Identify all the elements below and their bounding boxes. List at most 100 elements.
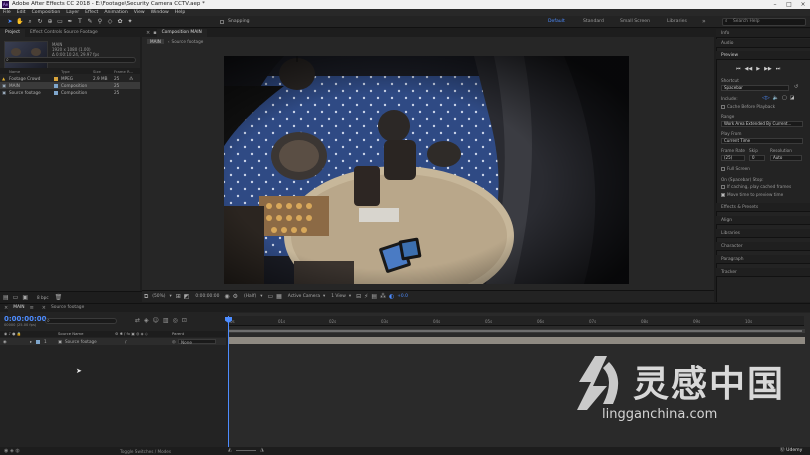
layer-controls-toggle-icon[interactable]: ◪ (790, 95, 795, 101)
menu-window[interactable]: Window (151, 10, 169, 15)
zoom-out-icon[interactable]: ◭ (228, 447, 232, 453)
puppet-pin-tool-icon[interactable]: ✦ (126, 18, 134, 26)
tab-project[interactable]: Project (0, 29, 26, 37)
layer-switches-pane-icon[interactable]: ◉ ◈ ◍ (4, 448, 20, 454)
menu-layer[interactable]: Layer (66, 10, 79, 15)
frame-rate-dropdown[interactable]: (25) (721, 155, 745, 161)
toggle-pixel-aspect-icon[interactable]: ⊟ (356, 293, 361, 300)
column-parent[interactable]: Parent (172, 331, 184, 336)
maximize-icon[interactable]: □ (782, 0, 796, 9)
brush-tool-icon[interactable]: ✎ (86, 18, 94, 26)
new-folder-icon[interactable]: ▭ (13, 294, 19, 301)
menu-help[interactable]: Help (175, 10, 185, 15)
timeline-icon[interactable]: ▤ (371, 293, 377, 300)
project-search-input[interactable]: ⌕ (4, 57, 136, 63)
cache-before-playback[interactable]: Cache Before Playback (721, 104, 775, 109)
info-panel-header[interactable]: Info (716, 29, 810, 38)
orbit-camera-tool-icon[interactable]: ↻ (36, 18, 44, 26)
interpret-footage-icon[interactable]: ▤ (3, 294, 9, 301)
full-screen-checkbox[interactable] (721, 167, 725, 171)
bit-depth-label[interactable]: 8 bpc (37, 295, 49, 300)
layer-label-swatch[interactable] (36, 339, 40, 344)
hand-tool-icon[interactable]: ✋ (16, 18, 24, 26)
tracker-panel-header[interactable]: Tracker (716, 268, 810, 277)
always-preview-icon[interactable]: ⧉ (144, 293, 148, 301)
breadcrumb-source-footage[interactable]: Source footage (172, 39, 204, 44)
timeline-search-input[interactable]: ⌕ (45, 318, 117, 324)
move-time-checkbox[interactable] (721, 193, 725, 197)
workspace-small-screen[interactable]: Small Screen (620, 19, 650, 24)
parent-dropdown[interactable]: None (178, 338, 216, 345)
draft-3d-icon[interactable]: ◈ (144, 317, 149, 324)
camera-dropdown[interactable]: Active Camera (288, 294, 320, 299)
magnification-dropdown[interactable]: (50%) (152, 294, 165, 299)
rectangle-tool-icon[interactable]: ▭ (56, 18, 64, 26)
fast-previews-icon[interactable]: ⚡ (364, 293, 368, 300)
tab-timeline-main[interactable]: MAIN (8, 304, 30, 312)
workspace-libraries[interactable]: Libraries (667, 19, 687, 24)
twirl-down-icon[interactable]: ▸ (30, 339, 32, 344)
resolution-dropdown[interactable]: Auto (770, 155, 802, 161)
snapshot-icon[interactable]: ◉ (224, 293, 229, 300)
paragraph-panel-header[interactable]: Paragraph (716, 255, 810, 264)
clone-stamp-tool-icon[interactable]: ⚲ (96, 18, 104, 26)
shortcut-dropdown[interactable]: Spacebar (721, 85, 789, 91)
full-screen-option[interactable]: Full Screen (721, 166, 750, 171)
workspace-standard[interactable]: Standard (583, 19, 604, 24)
search-help-input[interactable]: ⌕ Search Help (722, 18, 806, 26)
work-area-bar[interactable] (229, 330, 802, 332)
composition-viewer[interactable] (224, 56, 629, 284)
column-size[interactable]: Size (93, 69, 101, 74)
type-tool-icon[interactable]: T (76, 18, 84, 26)
roto-brush-tool-icon[interactable]: ✿ (116, 18, 124, 26)
if-caching-checkbox[interactable] (721, 185, 725, 189)
current-time-indicator[interactable] (228, 316, 229, 447)
video-toggle-icon[interactable]: ◁▷ (762, 95, 770, 101)
visibility-eye-icon[interactable]: ◉ (3, 339, 7, 344)
graph-editor-icon[interactable]: ⊡ (182, 317, 187, 324)
motion-blur-icon[interactable]: ◎ (173, 317, 178, 324)
reset-exposure-icon[interactable]: ◐ (389, 293, 394, 300)
show-channel-icon[interactable]: ⚙ (233, 293, 238, 300)
zoom-slider[interactable] (236, 450, 256, 451)
skip-dropdown[interactable]: 0 (749, 155, 765, 161)
snapping-checkbox[interactable] (220, 19, 224, 24)
menu-view[interactable]: View (134, 10, 145, 15)
overlay-toggle-icon[interactable]: ▢ (782, 95, 787, 101)
delete-icon[interactable]: 🗑 (55, 294, 63, 301)
label-color-swatch[interactable] (54, 76, 58, 81)
parent-pickwhip-icon[interactable]: ◎ (172, 339, 176, 344)
close-icon[interactable]: × (796, 0, 810, 9)
timeline-timecode[interactable]: 0:00:00:00 (4, 315, 47, 323)
menu-animation[interactable]: Animation (104, 10, 127, 15)
play-from-dropdown[interactable]: Current Time (721, 138, 803, 144)
mask-visibility-icon[interactable]: ◩ (184, 293, 190, 300)
exposure-value[interactable]: +0.0 (397, 294, 408, 299)
label-color-swatch[interactable] (54, 90, 58, 95)
close-tab-icon[interactable]: × (146, 30, 150, 36)
current-time-display[interactable]: 0:00:00:00 (195, 294, 219, 299)
menu-file[interactable]: File (3, 10, 11, 15)
previous-frame-icon[interactable]: ◀◀ (745, 66, 753, 72)
label-color-swatch[interactable] (54, 83, 58, 88)
layer-row[interactable]: ◉ ▸ 1 ▣ Source footage ∕ ◎ None (0, 338, 226, 345)
flowchart-icon[interactable]: ⁂ (380, 293, 386, 300)
column-name[interactable]: Name (9, 69, 20, 74)
zoom-in-icon[interactable]: ◮ (260, 447, 264, 453)
first-frame-icon[interactable]: ⏮ (736, 66, 741, 72)
tab-timeline-source-footage[interactable]: Source footage (46, 304, 89, 312)
pen-tool-icon[interactable]: ✒ (66, 18, 74, 26)
column-source-name[interactable]: Source Name (58, 331, 83, 336)
pan-behind-tool-icon[interactable]: ⊕ (46, 18, 54, 26)
range-dropdown[interactable]: Work Area Extended By Current... (721, 121, 803, 127)
column-type[interactable]: Type (61, 69, 70, 74)
libraries-panel-header[interactable]: Libraries (716, 229, 810, 238)
composition-mini-flowchart-icon[interactable]: ⇄ (135, 317, 140, 324)
resolution-dropdown[interactable]: (Half) (244, 294, 256, 299)
eraser-tool-icon[interactable]: ◇ (106, 18, 114, 26)
align-panel-header[interactable]: Align (716, 216, 810, 225)
transparency-grid-icon[interactable]: ▦ (276, 293, 282, 300)
menu-effect[interactable]: Effect (85, 10, 98, 15)
character-panel-header[interactable]: Character (716, 242, 810, 251)
audio-toggle-icon[interactable]: 🔈 (773, 95, 779, 101)
